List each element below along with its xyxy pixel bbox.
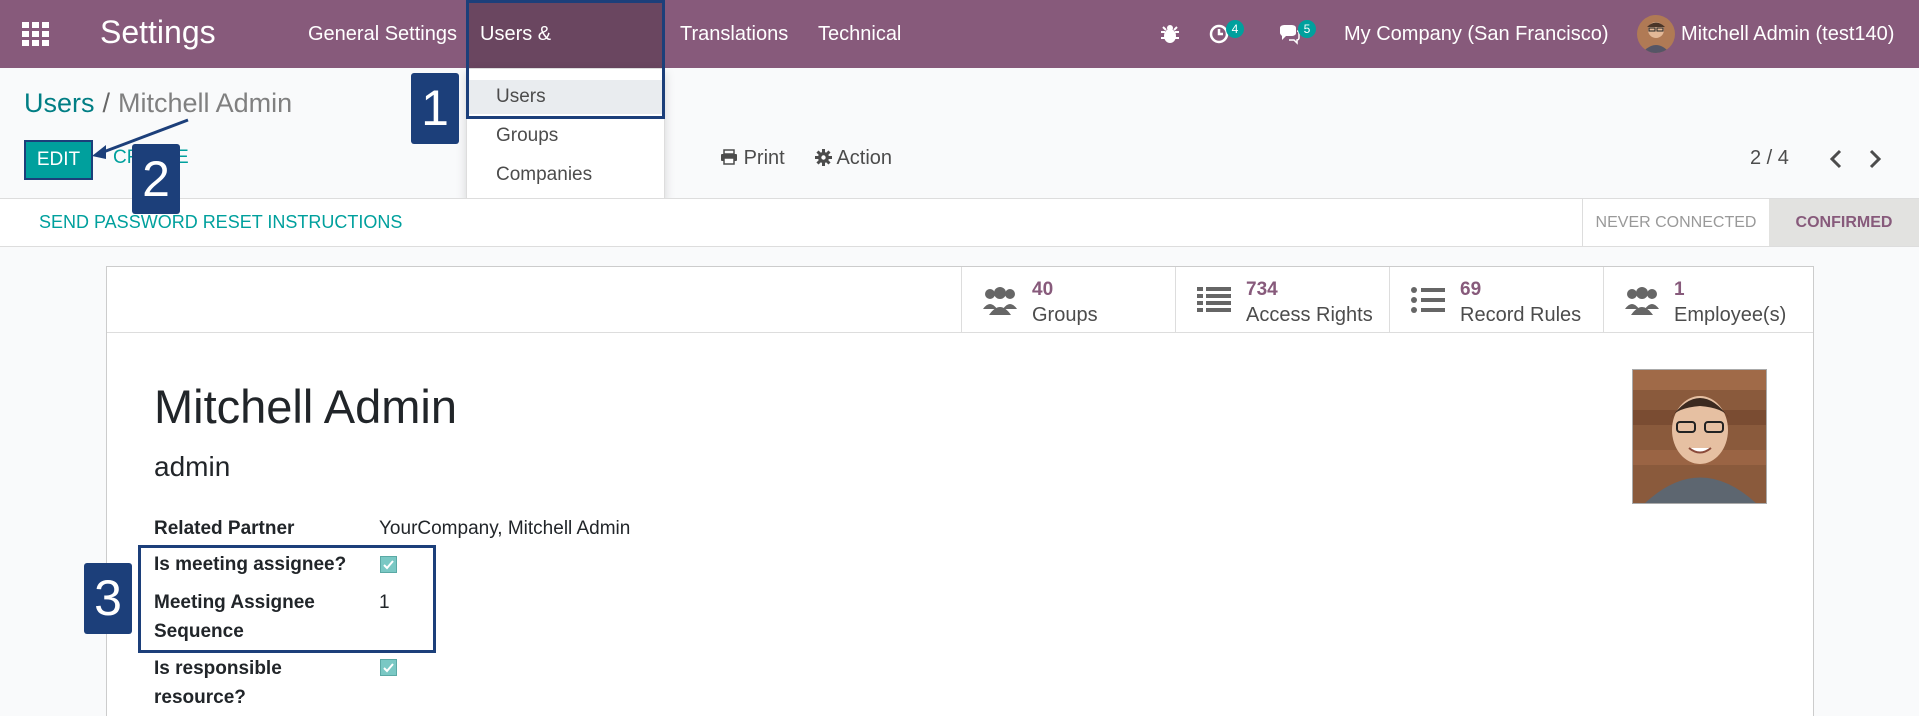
smart-buttons-row: 40 Groups 734 Access Rights 69 Record Ru… (107, 267, 1813, 333)
access-rights-label: Access Rights (1246, 304, 1373, 326)
apps-menu-icon[interactable] (22, 22, 50, 46)
print-icon (721, 149, 737, 165)
access-rights-count: 734 (1246, 279, 1278, 300)
user-photo[interactable] (1632, 369, 1767, 504)
users-icon (1625, 287, 1659, 315)
user-avatar[interactable] (1637, 15, 1675, 53)
app-title[interactable]: Settings (100, 14, 216, 51)
edit-button[interactable]: EDIT (24, 140, 93, 180)
user-menu[interactable]: Mitchell Admin (test140) (1681, 0, 1894, 68)
list-icon (1197, 287, 1231, 312)
annotation-arrow (92, 118, 189, 159)
smart-button-record-rules[interactable]: 69 Record Rules (1389, 267, 1603, 332)
print-label: Print (743, 147, 785, 169)
activity-count-badge: 4 (1226, 20, 1244, 38)
annotation-box-3 (138, 545, 436, 653)
breadcrumb-current: Mitchell Admin (118, 88, 293, 118)
gear-icon (815, 149, 832, 166)
annotation-number-3: 3 (84, 563, 132, 634)
list-ul-icon (1411, 287, 1445, 313)
chevron-left-icon[interactable] (1829, 149, 1843, 169)
stage-never-connected[interactable]: NEVER CONNECTED (1582, 199, 1769, 246)
menu-technical[interactable]: Technical (804, 0, 915, 68)
responsible-resource-checkbox[interactable] (380, 659, 397, 676)
related-partner-value[interactable]: YourCompany, Mitchell Admin (379, 514, 630, 543)
annotation-box-1 (466, 0, 665, 119)
employees-count: 1 (1674, 279, 1685, 300)
annotation-number-1: 1 (411, 73, 459, 144)
dropdown-item-companies[interactable]: Companies (467, 158, 664, 192)
stage-confirmed[interactable]: CONFIRMED (1769, 199, 1919, 246)
form-statusbar: SEND PASSWORD RESET INSTRUCTIONS NEVER C… (0, 198, 1919, 247)
user-name-title[interactable]: Mitchell Admin (154, 379, 457, 434)
groups-count: 40 (1032, 279, 1054, 300)
breadcrumb-users-link[interactable]: Users (24, 88, 95, 118)
chevron-right-icon[interactable] (1868, 149, 1882, 169)
messages-count-badge: 5 (1298, 20, 1316, 38)
groups-label: Groups (1032, 304, 1098, 326)
smart-button-employees[interactable]: 1 Employee(s) (1603, 267, 1813, 332)
menu-general-settings[interactable]: General Settings (294, 0, 471, 68)
user-login[interactable]: admin (154, 451, 230, 483)
users-icon (983, 287, 1017, 315)
send-password-reset-button[interactable]: SEND PASSWORD RESET INSTRUCTIONS (39, 212, 402, 233)
dropdown-item-groups[interactable]: Groups (467, 119, 664, 153)
action-label: Action (836, 147, 893, 169)
print-button[interactable]: Print (720, 147, 785, 170)
record-rules-label: Record Rules (1460, 304, 1582, 326)
top-navbar: Settings General Settings Users & Compan… (0, 0, 1919, 113)
employees-label: Employee(s) (1674, 304, 1787, 326)
menu-translations[interactable]: Translations (666, 0, 802, 68)
company-switcher[interactable]: My Company (San Francisco) (1344, 0, 1609, 68)
breadcrumb: Users / Mitchell Admin (24, 88, 292, 119)
responsible-resource-label: Is responsible resource? (154, 658, 282, 708)
smart-button-access-rights[interactable]: 734 Access Rights (1175, 267, 1389, 332)
record-rules-count: 69 (1460, 279, 1482, 300)
action-button[interactable]: Action (815, 147, 892, 170)
related-partner-label: Related Partner (154, 518, 295, 539)
breadcrumb-separator: / (102, 88, 111, 118)
pager-value[interactable]: 2 / 4 (1750, 147, 1789, 170)
bug-icon[interactable] (1158, 22, 1182, 46)
smart-button-groups[interactable]: 40 Groups (961, 267, 1175, 332)
